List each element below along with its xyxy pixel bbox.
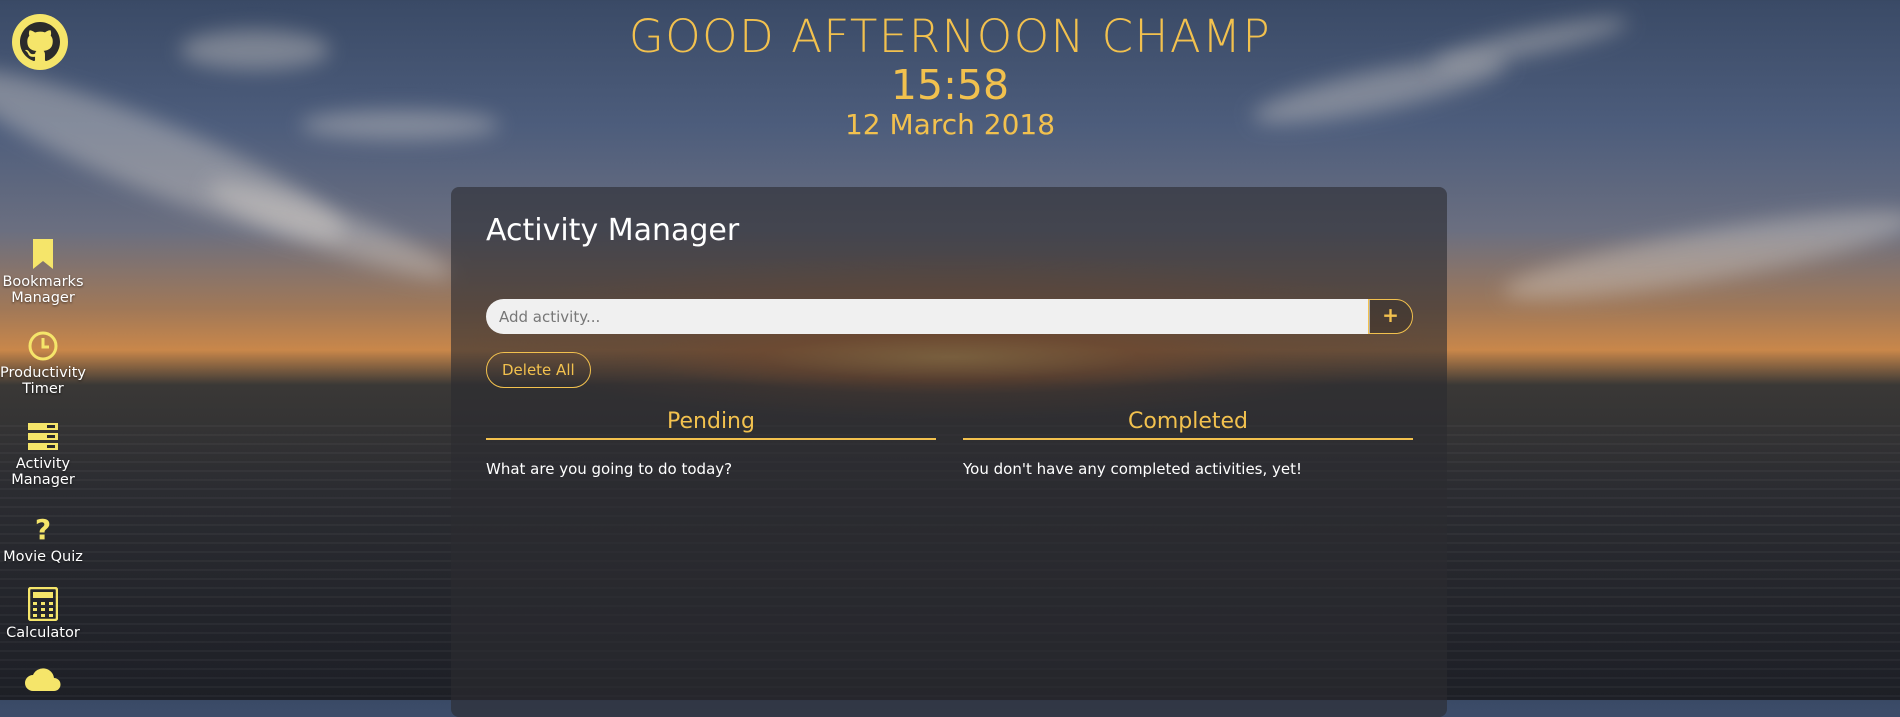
clock-date: 12 March 2018 <box>844 108 1056 141</box>
pending-column: Pending What are you going to do today? <box>486 409 936 478</box>
sidebar-item-label: Movie Quiz <box>3 549 83 565</box>
sidebar-item-weather[interactable] <box>0 666 86 696</box>
pending-empty-message: What are you going to do today? <box>486 460 733 478</box>
greeting-message: GOOD AFTERNOON CHAMP <box>628 10 1272 63</box>
pending-heading: Pending <box>486 409 936 440</box>
add-activity-input[interactable] <box>486 299 1370 334</box>
completed-empty-message: You don't have any completed activities,… <box>963 460 1303 478</box>
completed-column: Completed You don't have any completed a… <box>963 409 1413 478</box>
sidebar-item-label: Productivity Timer <box>0 365 86 397</box>
sidebar-item-calculator[interactable]: Calculator <box>0 587 86 641</box>
activity-manager-panel: Activity Manager + Delete All Pending Wh… <box>451 187 1447 717</box>
clock-time: 15:58 <box>890 61 1010 109</box>
greeting-header: GOOD AFTERNOON CHAMP 15:58 12 March 2018 <box>0 8 1900 142</box>
clock-icon <box>28 331 58 361</box>
bookmark-icon <box>33 239 53 269</box>
sidebar-item-label: Activity Manager <box>11 456 75 488</box>
cloud-icon <box>25 668 61 691</box>
delete-all-button[interactable]: Delete All <box>486 352 591 388</box>
add-activity-button[interactable]: + <box>1368 299 1413 334</box>
sidebar-item-bookmarks-manager[interactable]: Bookmarks Manager <box>0 238 86 306</box>
question-icon: ? <box>34 513 52 546</box>
sidebar-item-productivity-timer[interactable]: Productivity Timer <box>0 331 86 397</box>
list-icon <box>28 423 58 450</box>
sidebar-item-label: Bookmarks Manager <box>2 274 84 306</box>
completed-heading: Completed <box>963 409 1413 440</box>
sidebar-item-activity-manager[interactable]: Activity Manager <box>0 422 86 488</box>
sidebar-item-label: Calculator <box>6 625 80 641</box>
calculator-icon <box>28 587 58 621</box>
sidebar-item-movie-quiz[interactable]: ? Movie Quiz <box>0 513 86 566</box>
panel-title: Activity Manager <box>486 213 740 248</box>
